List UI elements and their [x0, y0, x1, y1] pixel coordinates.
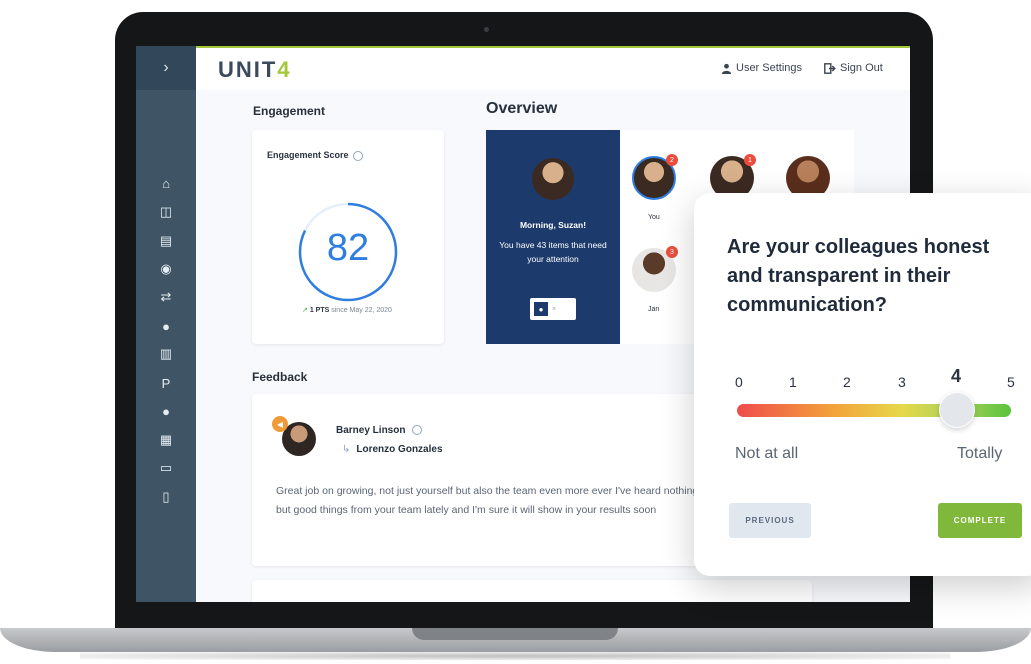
overview-title: Overview [486, 100, 558, 117]
delta-since: since May 22, 2020 [331, 307, 392, 314]
scale-option-3[interactable]: 3 [898, 374, 906, 390]
document-icon[interactable]: ▯ [157, 488, 175, 506]
feedback-body: Great job on growing, not just yourself … [276, 485, 699, 516]
delta-points: 1 PTS [309, 307, 330, 314]
engagement-title: Engagement [253, 104, 326, 118]
sidebar: › ⌂ ◫ ▤ ◉ ⇄ ● ▥ P ● ▦ ▭ ▯ [136, 46, 196, 602]
top-bar: UNIT4 User Settings Sign Out [196, 46, 910, 90]
welcome-panel: Morning, Suzan! You have 43 items that n… [486, 130, 620, 344]
feedback-card [252, 580, 812, 602]
sign-out-icon [824, 62, 836, 74]
team-member-name: Jan [648, 306, 660, 313]
logo-text: UNIT [218, 57, 278, 82]
notification-badge: 2 [666, 154, 678, 166]
user-settings-label: User Settings [736, 62, 803, 74]
home-icon[interactable]: ⌂ [157, 174, 175, 192]
user-icon[interactable]: ● [157, 402, 175, 420]
previous-button[interactable]: PREVIOUS [729, 503, 811, 538]
engagement-score-text: Engagement Score [267, 150, 349, 160]
attention-message: You have 43 items that need your attenti… [499, 240, 607, 264]
survey-card: Are your colleagues honest and transpare… [694, 193, 1031, 576]
feedback-author[interactable]: Barney Linson [336, 425, 423, 436]
scale-option-4[interactable]: 4 [951, 366, 961, 387]
reply-arrow-icon: ↳ [342, 444, 351, 455]
score-delta: ↗ 1 PTS since May 22, 2020 [252, 306, 442, 314]
notification-badge: 3 [666, 246, 678, 258]
scale-option-5[interactable]: 5 [1007, 374, 1015, 390]
columns-icon[interactable]: ◫ [157, 203, 175, 221]
sign-out-link[interactable]: Sign Out [824, 62, 883, 74]
book-icon[interactable]: ▥ [157, 345, 175, 363]
notification-badge: 1 [744, 154, 756, 166]
card-icon[interactable]: ▤ [157, 232, 175, 250]
user-icon [721, 63, 732, 74]
tasks-button[interactable]: ● × [530, 298, 576, 320]
info-icon[interactable] [352, 150, 363, 161]
scale-min-label: Not at all [735, 445, 799, 462]
user-avatar[interactable] [532, 158, 574, 200]
sign-out-label: Sign Out [840, 62, 883, 74]
complete-button[interactable]: COMPLETE [938, 503, 1022, 538]
logo-accent: 4 [277, 57, 292, 82]
scale-option-1[interactable]: 1 [789, 374, 797, 390]
globe-icon [412, 425, 423, 436]
rating-slider-thumb[interactable] [939, 392, 975, 428]
feedback-recipient[interactable]: ↳ Lorenzo Gonzales [342, 444, 443, 455]
engagement-score-value: 82 [326, 227, 370, 269]
team-member-name: You [648, 214, 660, 221]
engagement-card: Engagement Score 82 ↗ 1 PTS since May 22… [252, 130, 444, 344]
target-icon[interactable]: ◉ [157, 260, 175, 278]
unit4-logo[interactable]: UNIT4 [218, 57, 292, 83]
megaphone-icon: ◀ [272, 416, 288, 432]
scale-option-2[interactable]: 2 [843, 374, 851, 390]
feedback-author-name: Barney Linson [336, 425, 406, 436]
greeting-text: Morning, Suzan! [519, 220, 587, 230]
parking-icon[interactable]: P [157, 374, 175, 392]
tasks-count: × [552, 305, 557, 313]
feedback-title: Feedback [252, 370, 308, 384]
user-icon: ● [534, 302, 548, 316]
scale-option-0[interactable]: 0 [735, 374, 743, 390]
exchange-icon[interactable]: ⇄ [157, 288, 175, 306]
arrow-up-icon: ↗ [302, 307, 310, 314]
feedback-recipient-name: Lorenzo Gonzales [356, 444, 443, 455]
camera-icon [484, 27, 489, 32]
laptop-notch [412, 628, 618, 640]
user-settings-link[interactable]: User Settings [721, 62, 802, 74]
credit-card-icon[interactable]: ▭ [157, 459, 175, 477]
scale-max-label: Totally [957, 445, 1003, 462]
engagement-score-label: Engagement Score [267, 150, 363, 161]
survey-question: Are your colleagues honest and transpare… [727, 236, 990, 316]
comments-icon[interactable]: ● [157, 317, 175, 335]
sidebar-toggle-button[interactable]: › [136, 46, 196, 90]
laptop-shadow [80, 652, 950, 660]
calendar-icon[interactable]: ▦ [157, 431, 175, 449]
